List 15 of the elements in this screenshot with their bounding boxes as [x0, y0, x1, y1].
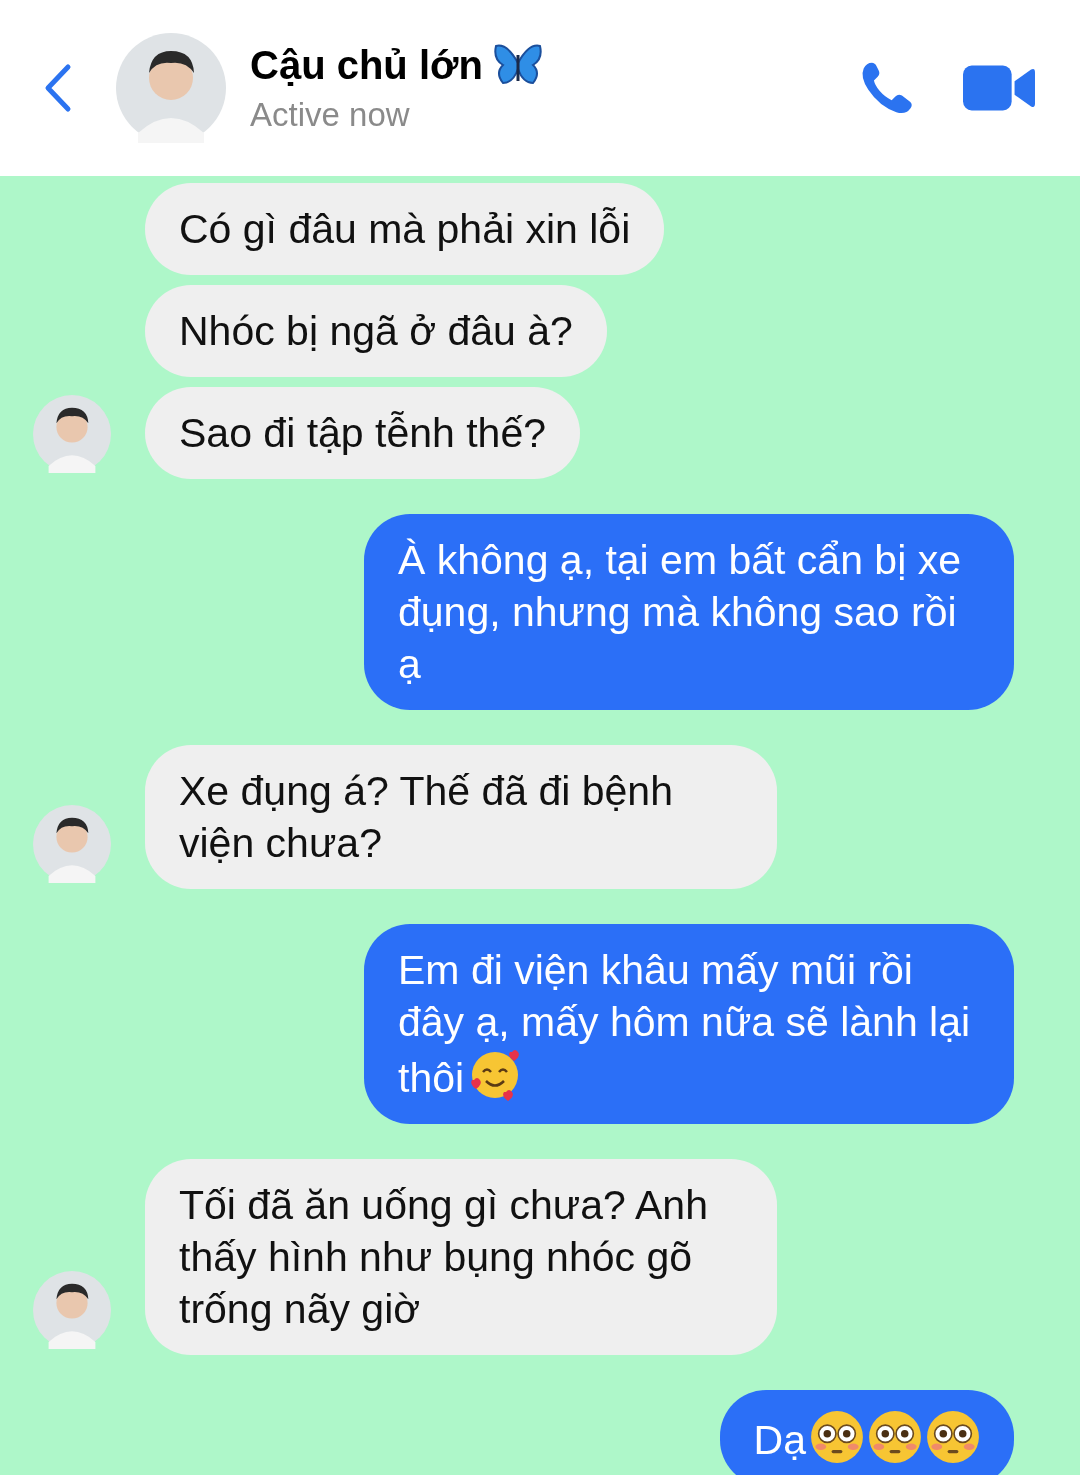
contact-name: Cậu chủ lớn: [250, 42, 483, 88]
flushed-face-icon: [868, 1410, 922, 1464]
flushed-face-icon: [926, 1410, 980, 1464]
message-bubble: Sao đi tập tễnh thế?: [145, 387, 581, 479]
message-bubble: À không ạ, tại em bất cẩn bị xe đụng, nhưng mà không sao rồi ạ: [364, 514, 1014, 710]
flushed-face-icon: [810, 1410, 864, 1464]
butterfly-icon: [492, 43, 543, 87]
message-bubble: Có gì đâu mà phải xin lỗi: [145, 183, 665, 275]
status-text: Active now: [250, 95, 411, 134]
message-bubble: Em đi viện khâu mấy mũi rồi đây ạ, mấy hôm nữa sẽ lành lại thôi: [364, 924, 1014, 1124]
message-bubble: Xe đụng á? Thế đã đi bệnh viện chưa?: [145, 745, 777, 889]
message-bubble: Tối đã ăn uống gì chưa? Anh thấy hình như bụng nhóc gõ trống nãy giờ: [145, 1159, 777, 1355]
message-bubble: Nhóc bị ngã ở đâu à?: [145, 285, 607, 377]
video-call-icon[interactable]: [963, 65, 1035, 111]
message-bubble: Dạ: [719, 1390, 1014, 1475]
